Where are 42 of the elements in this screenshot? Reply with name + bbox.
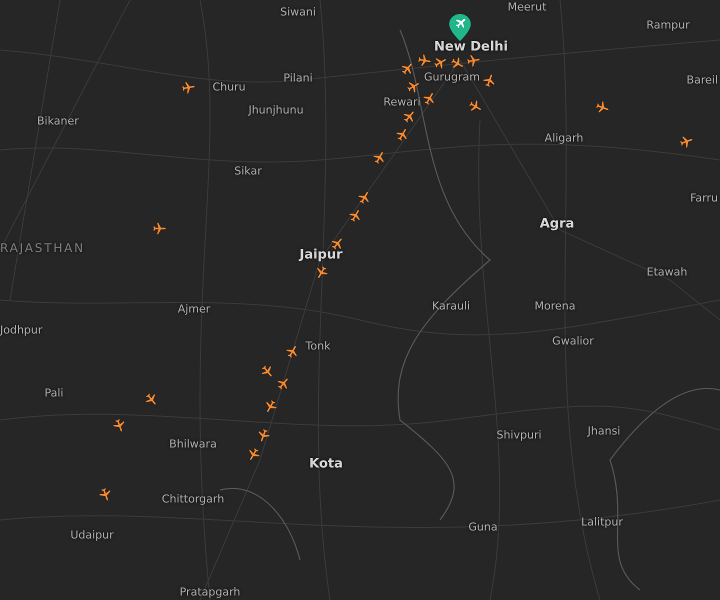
place-label: Morena: [534, 300, 576, 312]
place-label: RAJASTHAN: [0, 242, 85, 254]
place-label: Kota: [309, 458, 343, 470]
place-label: Siwani: [280, 6, 316, 18]
place-label: Karauli: [432, 300, 470, 312]
place-label: Meerut: [508, 2, 546, 12]
place-label: Lalitpur: [581, 516, 623, 528]
place-label: Pali: [44, 388, 64, 398]
place-label: Jhunjhunu: [248, 104, 304, 116]
place-label: Guna: [468, 522, 498, 532]
airplane-icon[interactable]: [152, 222, 166, 234]
place-label: Sikar: [234, 166, 262, 176]
airplane-icon[interactable]: [465, 52, 481, 68]
airplane-icon[interactable]: [480, 72, 498, 88]
place-label: Agra: [540, 218, 574, 230]
place-label: Bhilwara: [169, 438, 217, 450]
place-label: Udaipur: [70, 530, 114, 540]
place-label: Bikaner: [37, 116, 79, 126]
place-label: Pratapgarh: [180, 586, 240, 598]
place-label: Shivpuri: [496, 430, 542, 440]
place-label: Ajmer: [178, 304, 210, 314]
place-label: Farru: [690, 192, 718, 204]
place-label: Gwalior: [552, 336, 594, 346]
place-label: Jaipur: [299, 248, 343, 262]
place-label: Etawah: [646, 266, 688, 278]
place-label: Churu: [212, 82, 246, 92]
airport-pin-icon[interactable]: [449, 14, 471, 41]
place-label: Jhansi: [588, 426, 620, 436]
place-label: Gurugram: [424, 72, 480, 82]
airplane-icon[interactable]: [594, 98, 610, 116]
place-label: Pilani: [283, 72, 313, 84]
place-label: Tonk: [306, 340, 330, 352]
airplane-icon[interactable]: [180, 79, 196, 95]
airplane-icon[interactable]: [110, 416, 128, 434]
place-label: Aligarh: [544, 132, 584, 144]
place-label: Rampur: [646, 20, 690, 30]
airplane-icon[interactable]: [96, 486, 114, 502]
place-label: Rewari: [383, 96, 421, 108]
airplane-icon[interactable]: [416, 52, 432, 68]
place-label: Bareil: [686, 74, 718, 86]
place-label: New Delhi: [434, 40, 508, 54]
place-label: Chittorgarh: [162, 494, 224, 504]
